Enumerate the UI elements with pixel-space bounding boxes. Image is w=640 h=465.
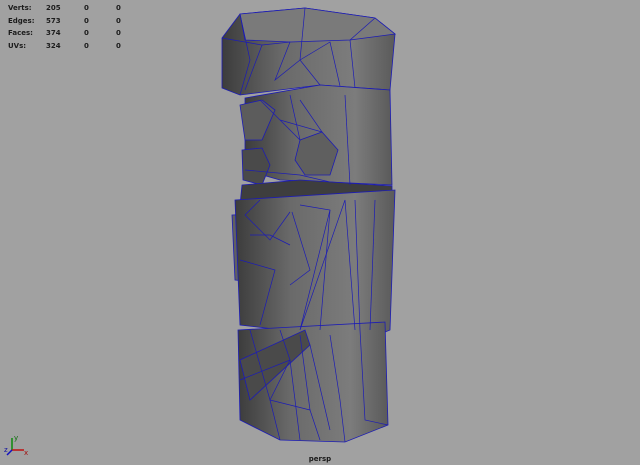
- hud-selected: 0: [84, 29, 89, 37]
- hud-selected: 0: [84, 41, 89, 50]
- axis-z-label: z: [4, 446, 8, 454]
- hud-row-edges: Edges: 573 0 0: [8, 15, 148, 28]
- hud-label: UVs:: [8, 41, 27, 50]
- hud-label: Faces:: [8, 29, 33, 37]
- perspective-viewport[interactable]: Verts: 205 0 0 Edges: 573 0 0 Faces: 374…: [0, 0, 640, 465]
- hud-selected: 0: [84, 4, 89, 12]
- hud-highlighted: 0: [116, 16, 121, 25]
- statue-mesh[interactable]: [0, 0, 640, 465]
- hud-total: 205: [46, 4, 61, 12]
- hud-row-uvs: UVs: 324 0 0: [8, 40, 148, 53]
- hud-total: 324: [46, 41, 61, 50]
- hud-row-faces: Faces: 374 0 0: [8, 27, 148, 40]
- hud-highlighted: 0: [116, 29, 121, 37]
- hud-label: Verts:: [8, 4, 32, 12]
- hud-highlighted: 0: [116, 41, 121, 50]
- hud-row-verts: Verts: 205 0 0: [8, 2, 148, 15]
- axis-y-label: y: [14, 434, 18, 442]
- camera-name-label: persp: [308, 455, 332, 463]
- hud-total: 573: [46, 16, 61, 25]
- hud-highlighted: 0: [116, 4, 121, 12]
- poly-count-hud: Verts: 205 0 0 Edges: 573 0 0 Faces: 374…: [8, 2, 148, 52]
- hud-total: 374: [46, 29, 61, 37]
- hud-label: Edges:: [8, 16, 35, 25]
- hud-selected: 0: [84, 16, 89, 25]
